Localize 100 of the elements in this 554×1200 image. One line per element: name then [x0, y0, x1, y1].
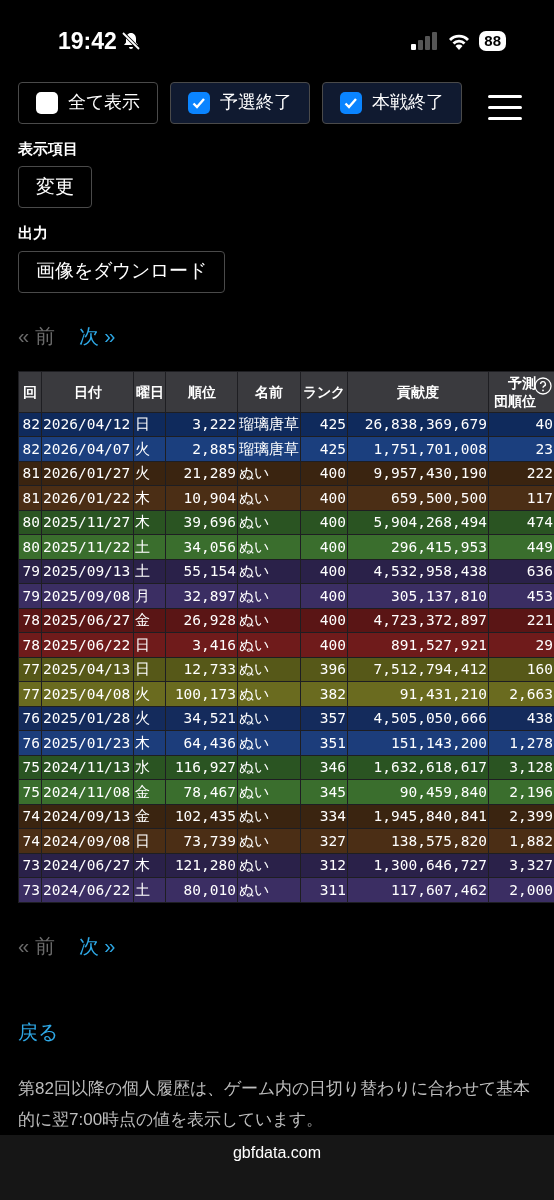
table-cell: 2026/01/22 — [41, 485, 134, 511]
table-cell: 78,467 — [165, 779, 238, 805]
table-cell: 81 — [18, 485, 42, 511]
column-header: 順位 — [165, 371, 238, 413]
table-cell: 5,904,268,494 — [347, 510, 489, 535]
table-cell: 396 — [300, 657, 348, 682]
table-cell: 2024/11/13 — [41, 755, 134, 780]
table-cell: 334 — [300, 804, 348, 829]
change-button[interactable]: 変更 — [18, 166, 92, 209]
table-cell: 891,527,921 — [347, 632, 489, 658]
next-page-link[interactable]: 次 » — [78, 320, 116, 351]
table-cell: 金 — [133, 608, 166, 633]
table-cell: 400 — [300, 461, 348, 486]
table-cell: 80 — [18, 534, 42, 560]
table-cell: 2025/09/13 — [41, 559, 134, 584]
note-text: 第82回以降の個人履歴は、ゲーム内の日切り替わりに合わせて基本的に翌7:00時点の値を表示しています。 — [17, 1077, 531, 1131]
table-cell: 瑠璃唐草 — [237, 412, 301, 437]
table-cell: 311 — [300, 877, 348, 903]
table-cell: 81 — [18, 461, 42, 486]
battery-indicator: 88 — [479, 31, 506, 52]
table-cell: ぬい — [237, 730, 301, 756]
table-cell: 金 — [133, 804, 166, 829]
table-cell: 117,607,462 — [347, 877, 489, 903]
section-label: 表示項目 — [18, 138, 78, 159]
table-cell: 2024/06/27 — [41, 853, 134, 878]
table-cell: ぬい — [237, 706, 301, 731]
checkbox-icon — [36, 91, 58, 114]
table-cell: 2024/11/08 — [41, 779, 134, 805]
table-cell: 74 — [18, 804, 42, 829]
table-cell: 659,500,500 — [347, 485, 489, 511]
table-cell: 瑠璃唐草 — [237, 436, 301, 462]
wifi-icon — [447, 32, 472, 51]
filter-toggle[interactable]: 本戦終了 — [322, 81, 462, 124]
table-cell: 327 — [300, 828, 348, 854]
download-button[interactable]: 画像をダウンロード — [18, 250, 225, 293]
table-cell: 26,838,369,679 — [347, 412, 489, 437]
table-cell: 木 — [133, 853, 166, 878]
table-cell: 2025/04/08 — [41, 681, 134, 707]
table-cell: 34,056 — [165, 534, 238, 560]
clock-time: 19:42 — [58, 27, 117, 57]
column-header: 予測団順位 — [488, 371, 554, 413]
table-cell: ぬい — [237, 779, 301, 805]
table-cell: 2026/04/12 — [41, 412, 134, 437]
back-link[interactable]: 戻る — [0, 1016, 554, 1047]
browser-address-bar[interactable]: gbfdata.com — [0, 1134, 554, 1200]
table-cell: 425 — [300, 436, 348, 462]
table-cell: 400 — [300, 559, 348, 584]
table-cell: 2026/04/07 — [41, 436, 134, 462]
table-cell: 土 — [133, 877, 166, 903]
table-cell: 74 — [18, 828, 42, 854]
checkbox-checked-icon — [340, 91, 362, 114]
column-header: 名前 — [237, 371, 301, 413]
filter-toggle[interactable]: 全て表示 — [18, 81, 158, 124]
table-cell: 1,300,646,727 — [347, 853, 489, 878]
signal-icon — [411, 32, 440, 51]
help-icon[interactable] — [534, 376, 552, 395]
table-cell: 400 — [300, 583, 348, 609]
table-cell: 76 — [18, 730, 42, 756]
table-cell: 79 — [18, 559, 42, 584]
table-cell: ぬい — [237, 755, 301, 780]
table-cell: 1,751,701,008 — [347, 436, 489, 462]
table-cell: 日 — [133, 657, 166, 682]
table-cell: 2025/01/23 — [41, 730, 134, 756]
column-header: 回 — [18, 371, 42, 413]
table-cell: 151,143,200 — [347, 730, 489, 756]
table-cell: ぬい — [237, 853, 301, 878]
table-cell: 75 — [18, 779, 42, 805]
table-cell: 39,696 — [165, 510, 238, 535]
table-cell: 2024/09/13 — [41, 804, 134, 829]
table-cell: 116,927 — [165, 755, 238, 780]
table-cell: ぬい — [237, 583, 301, 609]
table-cell: 425 — [300, 412, 348, 437]
table-cell: 7,512,794,412 — [347, 657, 489, 682]
table-cell: 金 — [133, 779, 166, 805]
table-cell: 75 — [18, 755, 42, 780]
table-cell: ぬい — [237, 632, 301, 658]
url-text: gbfdata.com — [232, 1142, 322, 1163]
table-cell: 79 — [18, 583, 42, 609]
table-cell: 102,435 — [165, 804, 238, 829]
table-cell: ぬい — [237, 681, 301, 707]
column-header: 貢献度 — [347, 371, 489, 413]
table-cell: 64,436 — [165, 730, 238, 756]
table-cell: ぬい — [237, 804, 301, 829]
bell-slash-icon — [120, 31, 141, 52]
table-cell: 34,521 — [165, 706, 238, 731]
table-cell: 木 — [133, 485, 166, 511]
table-cell: 78 — [18, 632, 42, 658]
table-cell: 10,904 — [165, 485, 238, 511]
table-cell: 73 — [18, 853, 42, 878]
table-cell: 121,280 — [165, 853, 238, 878]
filter-toggle[interactable]: 予選終了 — [170, 81, 310, 124]
next-page-link[interactable]: 次 » — [78, 930, 116, 961]
table-cell: ぬい — [237, 559, 301, 584]
table-cell: 土 — [133, 559, 166, 584]
table-cell: 3,416 — [165, 632, 238, 658]
column-header: 曜日 — [133, 371, 166, 413]
table-cell: ぬい — [237, 510, 301, 535]
table-cell: 月 — [133, 583, 166, 609]
table-cell: 12,733 — [165, 657, 238, 682]
menu-icon[interactable] — [488, 94, 522, 121]
